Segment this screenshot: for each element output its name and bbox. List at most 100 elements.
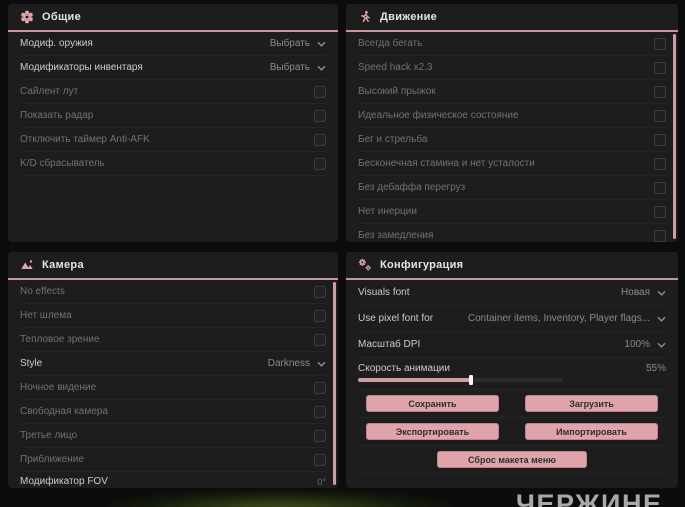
fov-value: 0° <box>317 476 326 487</box>
option-row: Модификаторы инвентаря Выбрать <box>20 56 326 80</box>
animation-speed-fill <box>358 378 471 382</box>
checkbox[interactable] <box>314 133 326 146</box>
option-row: Ночное видение <box>20 376 326 400</box>
pixel-font-dropdown[interactable]: Container items, Inventory, Player flags… <box>468 313 666 324</box>
option-row: Use pixel font for Container items, Inve… <box>358 306 666 332</box>
image-mountain-icon <box>20 258 34 272</box>
animation-speed-row: Скорость анимации 55% <box>358 358 666 390</box>
style-dropdown[interactable]: Darkness <box>268 358 326 369</box>
game-world-glow <box>110 490 450 507</box>
option-label: Без дебаффа перегруз <box>358 182 466 193</box>
option-row: Высокий прыжок <box>358 80 666 104</box>
game-background: ЧЕРЖИНЕ Общие Модиф. оружия Выбрать Моди… <box>0 0 685 507</box>
checkbox[interactable] <box>314 285 326 298</box>
panel-camera-header[interactable]: Камера <box>8 252 338 280</box>
checkbox[interactable] <box>654 181 666 194</box>
animation-speed-slider[interactable] <box>358 375 563 385</box>
export-button[interactable]: Экспортировать <box>366 423 499 440</box>
checkbox[interactable] <box>654 133 666 146</box>
option-row: Speed hack x2.3 <box>358 56 666 80</box>
option-label: Style <box>20 358 43 369</box>
option-row: Бег и стрельба <box>358 128 666 152</box>
option-row: Нет шлема <box>20 304 326 328</box>
checkbox[interactable] <box>654 61 666 74</box>
chevron-down-icon <box>317 361 326 367</box>
option-label: Свободная камера <box>20 406 108 417</box>
load-button[interactable]: Загрузить <box>525 395 658 412</box>
option-label: Нет шлема <box>20 310 72 321</box>
button-row: Сохранить Загрузить <box>358 390 666 418</box>
dropdown-value: Новая <box>621 287 650 298</box>
checkbox[interactable] <box>314 453 326 466</box>
option-label: Идеальное физическое состояние <box>358 110 519 121</box>
checkbox[interactable] <box>314 405 326 418</box>
option-row: Приближение <box>20 448 326 472</box>
visuals-font-dropdown[interactable]: Новая <box>621 287 666 298</box>
checkbox[interactable] <box>654 205 666 218</box>
panel-title: Общие <box>42 11 82 23</box>
option-label: Бесконечная стамина и нет усталости <box>358 158 535 169</box>
option-row: Бесконечная стамина и нет усталости <box>358 152 666 176</box>
inventory-mod-dropdown[interactable]: Выбрать <box>270 62 326 73</box>
button-row: Сброс макета меню <box>358 446 666 474</box>
dpi-scale-dropdown[interactable]: 100% <box>624 339 666 350</box>
option-row: Без дебаффа перегруз <box>358 176 666 200</box>
option-row: Нет инерции <box>358 200 666 224</box>
fov-modifier-row: Модификатор FOV 0° <box>20 472 326 488</box>
save-button[interactable]: Сохранить <box>366 395 499 412</box>
weapon-mod-dropdown[interactable]: Выбрать <box>270 38 326 49</box>
animation-speed-label: Скорость анимации <box>358 363 450 374</box>
checkbox[interactable] <box>654 85 666 98</box>
panel-camera: Камера No effects Нет шлема Тепловое зре… <box>8 252 338 488</box>
fov-label: Модификатор FOV <box>20 476 108 487</box>
panel-title: Камера <box>42 259 84 271</box>
option-label: Use pixel font for <box>358 313 434 324</box>
checkbox[interactable] <box>314 157 326 170</box>
checkbox[interactable] <box>314 429 326 442</box>
dropdown-value: Выбрать <box>269 38 310 49</box>
animation-speed-thumb[interactable] <box>468 375 473 385</box>
option-row: No effects <box>20 280 326 304</box>
panel-movement-header[interactable]: Движение <box>346 4 678 32</box>
reset-menu-layout-button[interactable]: Сброс макета меню <box>437 451 587 468</box>
background-caption: ЧЕРЖИНЕ <box>516 489 663 507</box>
chevron-down-icon <box>657 342 666 348</box>
gear-flower-icon <box>20 10 34 24</box>
dropdown-value: Выбрать <box>269 62 310 73</box>
option-label: Показать радар <box>20 110 94 121</box>
checkbox[interactable] <box>314 109 326 122</box>
panel-title: Конфигурация <box>380 259 464 271</box>
option-row: Visuals font Новая <box>358 280 666 306</box>
checkbox[interactable] <box>314 381 326 394</box>
option-row: Тепловое зрение <box>20 328 326 352</box>
option-row: Показать радар <box>20 104 326 128</box>
option-label: Без замедления <box>358 230 434 241</box>
checkbox[interactable] <box>654 229 666 242</box>
option-row: Без замедления <box>358 224 666 242</box>
panel-general-header[interactable]: Общие <box>8 4 338 32</box>
option-row: Третье лицо <box>20 424 326 448</box>
animation-speed-value: 55% <box>645 363 666 374</box>
option-row: Свободная камера <box>20 400 326 424</box>
movement-scrollbar[interactable] <box>673 34 676 239</box>
panel-movement: Движение Всегда бегать Speed hack x2.3 В… <box>346 4 678 242</box>
checkbox[interactable] <box>314 85 326 98</box>
option-label: Нет инерции <box>358 206 417 217</box>
option-label: Всегда бегать <box>358 38 423 49</box>
dropdown-value: 100% <box>624 339 650 350</box>
option-label: Третье лицо <box>20 430 78 441</box>
checkbox[interactable] <box>654 109 666 122</box>
import-button[interactable]: Импортировать <box>525 423 658 440</box>
runner-icon <box>358 10 372 24</box>
panel-general: Общие Модиф. оружия Выбрать Модификаторы… <box>8 4 338 242</box>
chevron-down-icon <box>657 290 666 296</box>
checkbox[interactable] <box>654 157 666 170</box>
option-row: Всегда бегать <box>358 32 666 56</box>
checkbox[interactable] <box>314 333 326 346</box>
camera-scrollbar[interactable] <box>333 282 336 485</box>
panel-config: Конфигурация Visuals font Новая Use pixe… <box>346 252 678 488</box>
checkbox[interactable] <box>654 37 666 50</box>
checkbox[interactable] <box>314 309 326 322</box>
panel-config-header[interactable]: Конфигурация <box>346 252 678 280</box>
option-label: Модификаторы инвентаря <box>20 62 143 73</box>
